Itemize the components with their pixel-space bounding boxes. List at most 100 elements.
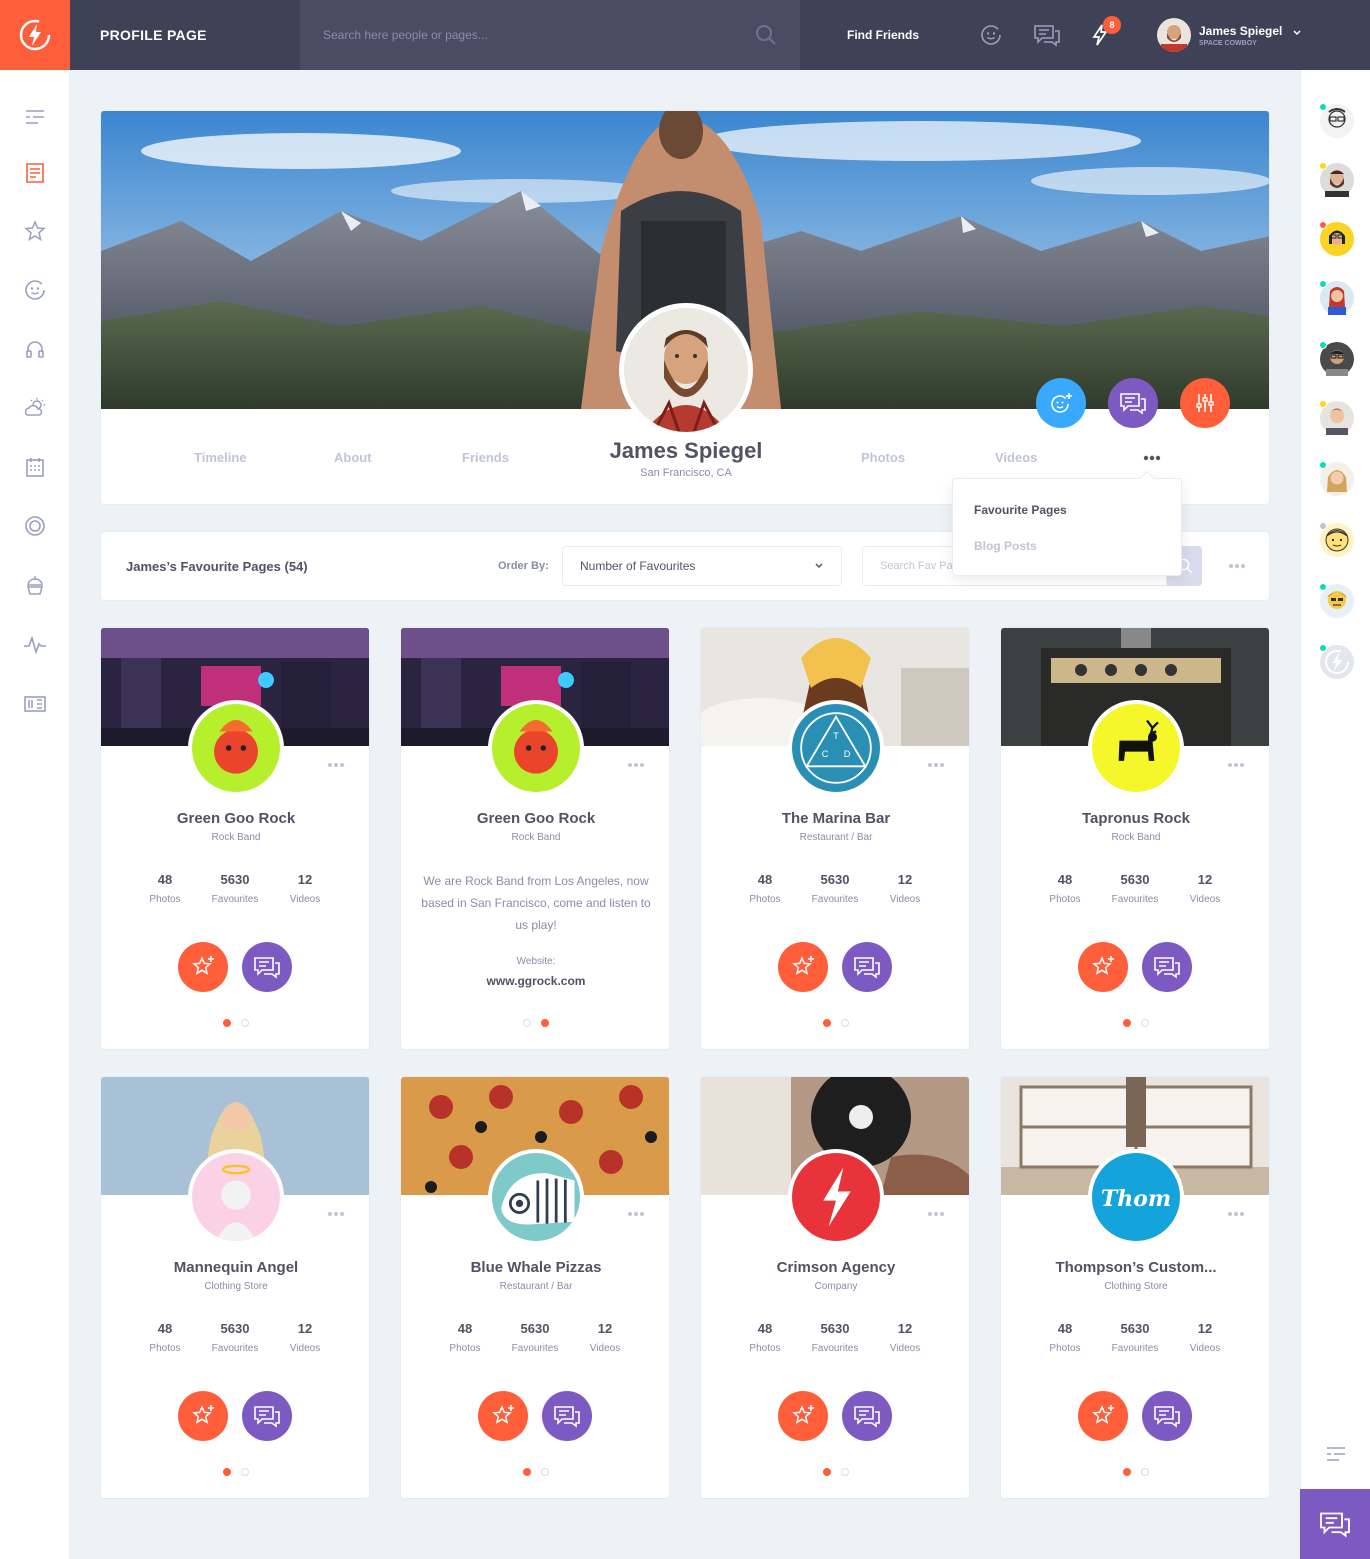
page-avatar[interactable]: [488, 700, 584, 796]
dropdown-item-blog-posts[interactable]: Blog Posts: [974, 539, 1037, 553]
friend-avatar[interactable]: [1319, 644, 1354, 679]
sidebar-item-newsfeed[interactable]: [21, 159, 49, 187]
page-avatar[interactable]: [788, 1149, 884, 1245]
pager-dot[interactable]: [541, 1468, 549, 1476]
tab-friends[interactable]: Friends: [462, 450, 509, 465]
add-friend-button[interactable]: [1036, 378, 1086, 428]
page-avatar[interactable]: Thom: [1088, 1149, 1184, 1245]
search-input[interactable]: [323, 28, 743, 42]
profile-avatar[interactable]: [619, 303, 753, 437]
page-name[interactable]: Tapronus Rock: [1001, 810, 1269, 827]
pager-dot[interactable]: [541, 1019, 549, 1027]
friend-avatar[interactable]: [1319, 583, 1354, 618]
message-page-button[interactable]: [1142, 942, 1192, 992]
page-name[interactable]: Mannequin Angel: [101, 1259, 369, 1276]
menu-icon[interactable]: [1325, 1445, 1347, 1463]
pager-dot[interactable]: [841, 1468, 849, 1476]
pager-dot[interactable]: [223, 1019, 231, 1027]
card-more-button[interactable]: [327, 1211, 345, 1217]
pager-dot[interactable]: [823, 1019, 831, 1027]
sidebar-item-stats[interactable]: [21, 572, 49, 600]
page-name[interactable]: Thompson’s Custom...: [1001, 1259, 1269, 1276]
friend-avatar[interactable]: [1319, 221, 1354, 256]
page-avatar[interactable]: [188, 700, 284, 796]
sidebar-item-menu[interactable]: [21, 103, 49, 131]
pager-dot[interactable]: [823, 1468, 831, 1476]
dropdown-item-favourite-pages[interactable]: Favourite Pages: [974, 503, 1067, 517]
page-avatar[interactable]: [188, 1149, 284, 1245]
card-more-button[interactable]: [627, 1211, 645, 1217]
pager-dot[interactable]: [523, 1468, 531, 1476]
friend-avatar[interactable]: [1319, 400, 1354, 435]
add-favourite-button[interactable]: [478, 1391, 528, 1441]
message-page-button[interactable]: [542, 1391, 592, 1441]
more-options-icon[interactable]: [1143, 455, 1161, 461]
tab-photos[interactable]: Photos: [861, 450, 905, 465]
page-name[interactable]: Crimson Agency: [701, 1259, 969, 1276]
friend-avatar[interactable]: [1319, 341, 1354, 376]
friend-avatar[interactable]: [1319, 103, 1354, 138]
friend-avatar[interactable]: [1319, 522, 1354, 557]
logo[interactable]: [0, 0, 70, 70]
add-favourite-button[interactable]: [1078, 942, 1128, 992]
card-more-button[interactable]: [927, 1211, 945, 1217]
sidebar-item-activity[interactable]: [21, 631, 49, 659]
sidebar-item-calendar[interactable]: [21, 453, 49, 481]
page-name[interactable]: Green Goo Rock: [401, 810, 669, 827]
user-menu[interactable]: James Spiegel SPACE COWBOY: [1157, 18, 1282, 52]
pager-dot[interactable]: [1141, 1019, 1149, 1027]
tab-timeline[interactable]: Timeline: [194, 450, 247, 465]
website-link[interactable]: www.ggrock.com: [401, 974, 669, 988]
pager-dot[interactable]: [223, 1468, 231, 1476]
message-page-button[interactable]: [242, 942, 292, 992]
page-avatar[interactable]: [488, 1149, 584, 1245]
message-page-button[interactable]: [842, 942, 892, 992]
add-favourite-button[interactable]: [178, 1391, 228, 1441]
sidebar-item-badges[interactable]: [21, 512, 49, 540]
card-more-button[interactable]: [327, 762, 345, 768]
sidebar-item-music[interactable]: [21, 335, 49, 363]
card-more-button[interactable]: [1227, 762, 1245, 768]
sidebar-item-manage[interactable]: [21, 690, 49, 718]
pager-dot[interactable]: [841, 1019, 849, 1027]
open-chat-button[interactable]: [1300, 1489, 1370, 1559]
add-favourite-button[interactable]: [778, 942, 828, 992]
friend-avatar[interactable]: [1319, 280, 1354, 315]
add-favourite-button[interactable]: [1078, 1391, 1128, 1441]
friend-requests-button[interactable]: [978, 22, 1004, 48]
page-name[interactable]: Blue Whale Pizzas: [401, 1259, 669, 1276]
profile-settings-button[interactable]: [1180, 378, 1230, 428]
friend-avatar[interactable]: [1319, 461, 1354, 496]
add-favourite-button[interactable]: [178, 942, 228, 992]
page-avatar[interactable]: TC D: [788, 700, 884, 796]
message-page-button[interactable]: [842, 1391, 892, 1441]
pager-dot[interactable]: [1141, 1468, 1149, 1476]
page-avatar[interactable]: [1088, 700, 1184, 796]
page-name[interactable]: The Marina Bar: [701, 810, 969, 827]
card-more-button[interactable]: [627, 762, 645, 768]
messages-button[interactable]: [1032, 22, 1062, 48]
avatar[interactable]: [1157, 18, 1191, 52]
pager-dot[interactable]: [523, 1019, 531, 1027]
sidebar-item-weather[interactable]: [21, 394, 49, 422]
tab-videos[interactable]: Videos: [995, 450, 1037, 465]
message-page-button[interactable]: [242, 1391, 292, 1441]
order-by-select[interactable]: Number of Favourites: [562, 546, 842, 586]
message-page-button[interactable]: [1142, 1391, 1192, 1441]
page-name[interactable]: Green Goo Rock: [101, 810, 369, 827]
send-message-button[interactable]: [1108, 378, 1158, 428]
tab-about[interactable]: About: [334, 450, 372, 465]
more-options-icon[interactable]: [1228, 563, 1246, 569]
pager-dot[interactable]: [1123, 1468, 1131, 1476]
add-favourite-button[interactable]: [778, 1391, 828, 1441]
card-more-button[interactable]: [1227, 1211, 1245, 1217]
pager-dot[interactable]: [241, 1019, 249, 1027]
pager-dot[interactable]: [1123, 1019, 1131, 1027]
sidebar-item-friends[interactable]: [21, 276, 49, 304]
friend-avatar[interactable]: [1319, 162, 1354, 197]
chevron-down-icon[interactable]: [1292, 28, 1302, 38]
search-icon[interactable]: [755, 24, 777, 46]
find-friends-link[interactable]: Find Friends: [847, 0, 919, 70]
sidebar-item-favourites[interactable]: [21, 217, 49, 245]
card-more-button[interactable]: [927, 762, 945, 768]
